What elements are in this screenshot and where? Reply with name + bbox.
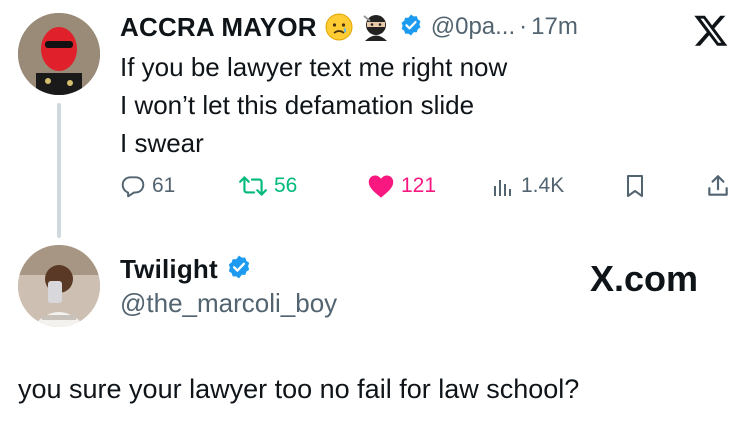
separator-dot: ·: [519, 13, 528, 40]
like-count: 121: [401, 174, 437, 197]
bookmark-icon: [627, 175, 643, 197]
x-com-text: X.com: [590, 258, 699, 299]
tweet-text: If you be lawyer text me right now I won…: [120, 48, 507, 162]
reply-text: you sure your lawyer too no fail for law…: [18, 374, 580, 404]
reply-count: 61: [152, 174, 176, 197]
like-button[interactable]: 121: [367, 168, 436, 204]
tweet-line: If you be lawyer text me right now: [120, 52, 508, 82]
tweet-header: ACCRA MAYOR @0pa... · 17m: [120, 10, 578, 44]
x-com-watermark: X.com: [590, 258, 698, 300]
share-button[interactable]: [705, 168, 737, 204]
author-name[interactable]: Twilight: [120, 254, 218, 285]
x-logo-icon: [693, 12, 729, 48]
heart-icon: [368, 175, 394, 198]
avatar-image: [18, 245, 100, 327]
retweet-icon: [239, 176, 267, 196]
crying-face-icon: [325, 13, 353, 41]
verified-badge-icon: [226, 254, 252, 285]
retweet-count: 56: [274, 174, 298, 197]
views-count: 1.4K: [521, 174, 565, 197]
timestamp[interactable]: 17m: [531, 13, 578, 41]
avatar[interactable]: [18, 245, 100, 327]
author-handle[interactable]: @0pa...: [431, 13, 515, 41]
reply-icon: [121, 176, 145, 198]
quote-author-row: Twilight: [120, 254, 252, 285]
reply-button[interactable]: 61: [120, 168, 175, 204]
bookmark-button[interactable]: [623, 168, 653, 204]
retweet-button[interactable]: 56: [238, 168, 297, 204]
author-handle[interactable]: @the_marcoli_boy: [120, 288, 337, 319]
author-name[interactable]: ACCRA MAYOR: [120, 12, 317, 43]
avatar-image: [18, 13, 100, 95]
analytics-icon: [494, 180, 511, 196]
tweet-action-bar: 61 56 121 1.4K: [120, 168, 730, 204]
tweet-line: I won’t let this defamation slide: [120, 90, 475, 120]
ninja-icon: [361, 12, 391, 42]
tweet-line: I swear: [120, 128, 204, 158]
verified-badge-icon: [399, 13, 423, 42]
thread-connector-line: [57, 103, 61, 238]
avatar[interactable]: [18, 13, 100, 95]
views-button[interactable]: 1.4K: [491, 168, 564, 204]
share-icon: [708, 175, 728, 196]
